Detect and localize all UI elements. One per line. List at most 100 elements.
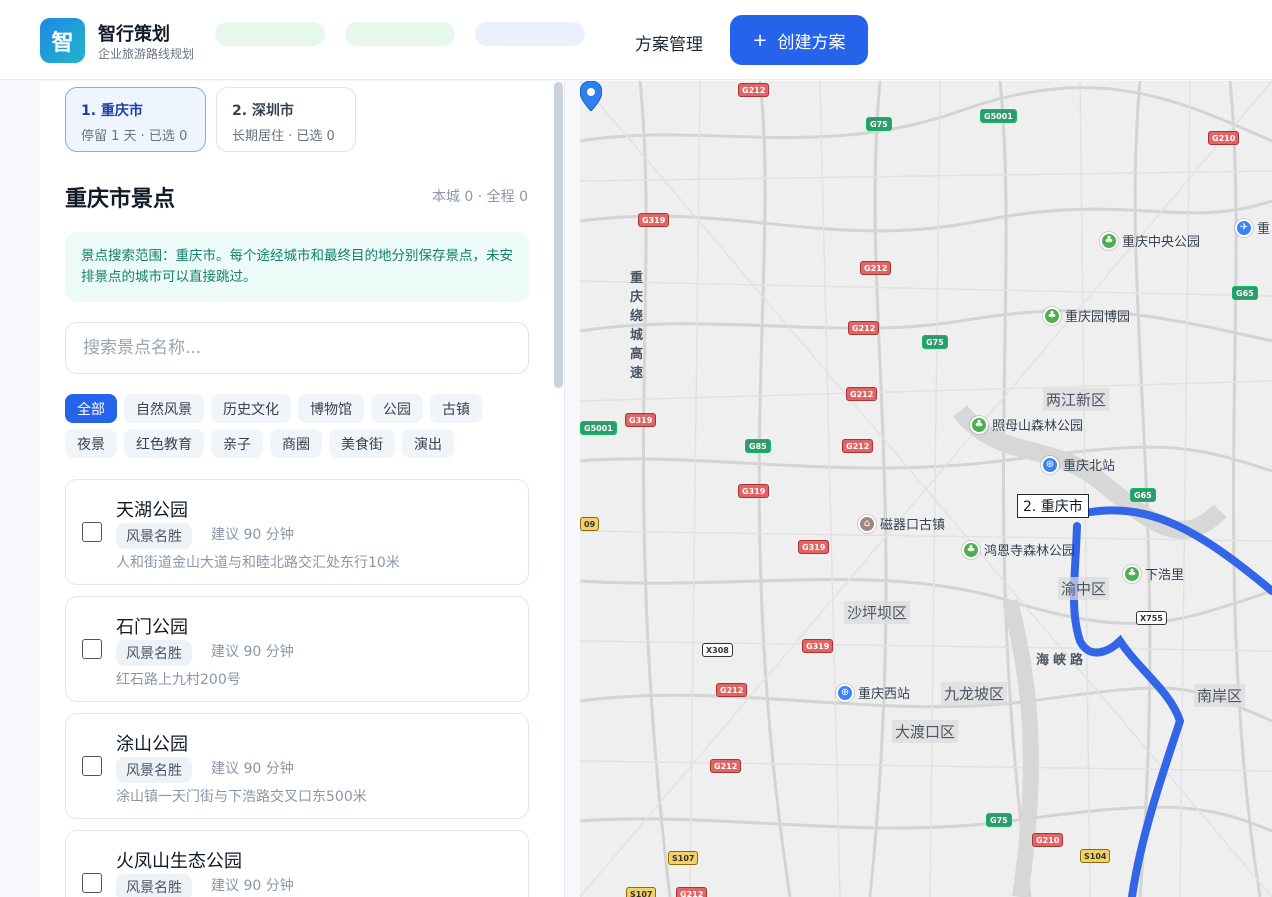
road-shield: X755: [1136, 611, 1167, 625]
road-shield: X308: [702, 643, 733, 657]
create-plan-label: 创建方案: [777, 32, 846, 53]
map-poi[interactable]: ♣ 重庆中央公园: [1100, 231, 1200, 250]
attraction-checkbox[interactable]: [82, 639, 102, 659]
plus-icon: +: [752, 29, 768, 51]
map-pin-icon[interactable]: [580, 81, 602, 111]
district-label: 沙坪坝区: [844, 601, 911, 624]
road-label: 重庆绕城高速: [630, 271, 644, 381]
road-shield: S104: [1080, 849, 1111, 863]
plan-management-link[interactable]: 方案管理: [635, 30, 703, 55]
category-chip-ancient-town[interactable]: 古镇: [430, 394, 482, 423]
airport-icon: ✈: [1235, 218, 1253, 237]
district-label: 渝中区: [1058, 577, 1110, 600]
attraction-name: 火凤山生态公园: [116, 851, 242, 872]
map-poi[interactable]: ⊕ 重庆西站: [836, 683, 910, 702]
attraction-duration: 建议 90 分钟: [211, 644, 294, 660]
category-chip-history[interactable]: 历史文化: [211, 394, 291, 423]
park-icon: ♣: [1043, 306, 1061, 325]
road-shield: G212: [716, 683, 748, 697]
road-shield: G85: [745, 439, 771, 453]
map-poi[interactable]: ⊕ 重庆北站: [1041, 455, 1115, 474]
attraction-checkbox[interactable]: [82, 756, 102, 776]
category-chip-red-education[interactable]: 红色教育: [124, 429, 204, 458]
city-tab-shenzhen[interactable]: 2. 深圳市 长期居住 · 已选 0: [216, 87, 356, 152]
poi-name: 重庆园博园: [1065, 310, 1131, 325]
category-chip-family[interactable]: 亲子: [211, 429, 263, 458]
road-shield: G319: [798, 540, 830, 554]
map-poi[interactable]: ♣ 下浩里: [1123, 564, 1184, 583]
road-shield: G5001: [980, 109, 1017, 123]
category-chip-show[interactable]: 演出: [402, 429, 454, 458]
road-shield: S107: [668, 851, 699, 865]
road-shield: G319: [638, 213, 670, 227]
attraction-search-input[interactable]: [65, 322, 529, 374]
road-label: 海峡路: [1036, 653, 1088, 668]
attraction-card[interactable]: 石门公园 风景名胜 建议 90 分钟 红石路上九村200号: [65, 596, 529, 702]
road-shield: G212: [842, 439, 874, 453]
attraction-card[interactable]: 涂山公园 风景名胜 建议 90 分钟 涂山镇一天门街与下浩路交叉口东500米: [65, 713, 529, 819]
road-shield: G5001: [580, 421, 617, 435]
road-shield: G75: [922, 335, 948, 349]
category-chip-park[interactable]: 公园: [371, 394, 423, 423]
poi-name: 重庆中央公园: [1122, 235, 1201, 250]
category-filter: 全部 自然风景 历史文化 博物馆 公园 古镇 夜景 红色教育 亲子 商圈 美食街…: [65, 394, 535, 458]
map-poi[interactable]: ♣ 重庆园博园: [1043, 306, 1130, 325]
category-chip-nature[interactable]: 自然风景: [124, 394, 204, 423]
app-logo[interactable]: 智: [40, 18, 85, 63]
attraction-tag: 风景名胜: [116, 757, 192, 783]
road-shield: G65: [1130, 488, 1156, 502]
map-poi[interactable]: ⌂ 磁器口古镇: [858, 514, 945, 533]
route-map[interactable]: 两江新区 渝中区 沙坪坝区 九龙坡区 大渡口区 南岸区 ♣ 重庆中央公园 ♣ 重庆园…: [580, 81, 1272, 897]
map-roads: [580, 81, 1272, 897]
road-shield: G65: [1232, 286, 1258, 300]
category-chip-all[interactable]: 全部: [65, 394, 117, 423]
attraction-duration: 建议 90 分钟: [211, 527, 294, 543]
ghost-nav-item: [345, 22, 455, 46]
section-title: 重庆市景点: [65, 187, 176, 212]
category-chip-museum[interactable]: 博物馆: [298, 394, 364, 423]
app-header: 智 智行策划 企业旅游路线规划 方案管理 + 创建方案: [0, 0, 1272, 80]
road-shield: G210: [1208, 131, 1240, 145]
poi-name: 重: [1257, 222, 1271, 237]
city-tab-chongqing[interactable]: 1. 重庆市 停留 1 天 · 已选 0: [65, 87, 206, 152]
selection-count: 本城 0 · 全程 0: [431, 189, 528, 205]
attraction-address: 涂山镇一天门街与下浩路交叉口东500米: [116, 789, 367, 805]
road-shield: 09: [580, 517, 600, 531]
attraction-card[interactable]: 火凤山生态公园 风景名胜 建议 90 分钟: [65, 830, 529, 897]
park-icon: ♣: [1100, 231, 1118, 250]
district-label: 九龙坡区: [941, 682, 1008, 705]
ghost-nav-item: [215, 22, 325, 46]
road-shield: G319: [802, 639, 834, 653]
panel-scrollbar[interactable]: [554, 82, 563, 388]
app-name: 智行策划: [98, 24, 170, 45]
attraction-name: 石门公园: [116, 617, 188, 638]
create-plan-button[interactable]: + 创建方案: [730, 15, 868, 65]
attraction-tag: 风景名胜: [116, 874, 192, 897]
attraction-checkbox[interactable]: [82, 873, 102, 893]
city-tab-meta: 停留 1 天 · 已选 0: [81, 129, 188, 144]
poi-name: 下浩里: [1145, 568, 1185, 583]
app-subtitle: 企业旅游路线规划: [98, 47, 195, 61]
attraction-panel: 1. 重庆市 停留 1 天 · 已选 0 2. 深圳市 长期居住 · 已选 0 …: [40, 81, 565, 897]
attraction-card[interactable]: 天湖公园 风景名胜 建议 90 分钟 人和街道金山大道与和睦北路交汇处东行10米: [65, 479, 529, 585]
road-shield: G75: [986, 813, 1012, 827]
map-poi[interactable]: ♣ 鸿恩寺森林公园: [962, 540, 1075, 559]
road-shield: G210: [1032, 833, 1064, 847]
map-poi[interactable]: ♣ 照母山森林公园: [970, 415, 1083, 434]
attraction-checkbox[interactable]: [82, 522, 102, 542]
category-chip-shopping[interactable]: 商圈: [270, 429, 322, 458]
map-poi[interactable]: ✈ 重: [1235, 218, 1270, 237]
road-shield: G212: [848, 321, 880, 335]
park-icon: ♣: [970, 415, 988, 434]
attraction-name: 天湖公园: [116, 500, 188, 521]
attraction-duration: 建议 90 分钟: [211, 878, 294, 894]
city-marker-label: 2. 重庆市: [1017, 494, 1089, 518]
train-station-icon: ⊕: [836, 683, 854, 702]
attraction-name: 涂山公园: [116, 734, 188, 755]
road-shield: G212: [846, 387, 878, 401]
category-chip-night-view[interactable]: 夜景: [65, 429, 117, 458]
category-chip-food-street[interactable]: 美食街: [329, 429, 395, 458]
park-icon: ♣: [962, 540, 980, 559]
train-station-icon: ⊕: [1041, 455, 1059, 474]
park-icon: ♣: [1123, 564, 1141, 583]
